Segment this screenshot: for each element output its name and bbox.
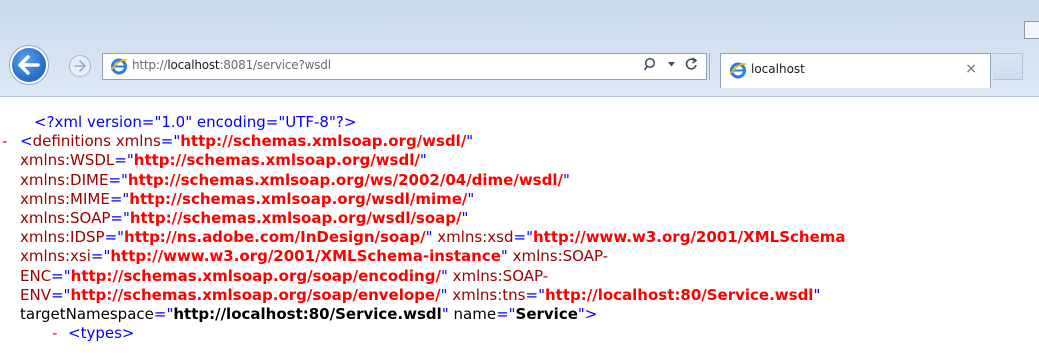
browser-window: http://localhost:8081/service?wsdl local…: [0, 0, 1039, 361]
tab-localhost[interactable]: localhost ×: [720, 53, 991, 88]
xml-attr-value: http://schemas.xmlsoap.org/soap/encoding…: [70, 266, 441, 285]
xml-attr-name: ENV: [20, 285, 51, 304]
xml-bracket: <: [20, 132, 33, 151]
collapse-toggle[interactable]: -: [2, 132, 7, 151]
xml-line: xmlns:MIME="http://schemas.xmlsoap.org/w…: [20, 189, 475, 208]
xml-child-tag: <types>: [68, 324, 135, 343]
xml-attr-name: xmlns:tns: [452, 285, 526, 304]
xml-line: xmlns:SOAP="http://schemas.xmlsoap.org/w…: [20, 208, 469, 227]
xml-attr-value: http://www.w3.org/2001/XMLSchema-instanc…: [110, 247, 501, 266]
xml-attr-value: http://schemas.xmlsoap.org/ws/2002/04/di…: [127, 170, 563, 189]
xml-attr-name: xmlns:xsi: [20, 247, 91, 266]
xml-attr-name: ENC: [20, 266, 52, 285]
xml-attr-name: xmlns:SOAP-: [452, 266, 549, 285]
xml-attr-name: xmlns:SOAP: [20, 208, 111, 227]
xml-attr-name: xmlns:xsd: [437, 228, 514, 247]
xml-line: - <types>: [0, 324, 1039, 343]
xml-prolog: <?xml version="1.0" encoding="UTF-8"?>: [34, 113, 357, 131]
xml-attr-value: http://schemas.xmlsoap.org/wsdl/: [133, 151, 420, 170]
xml-attr-name: xmlns: [115, 132, 161, 151]
xml-attr-name: xmlns:DIME: [20, 170, 109, 189]
url-host: localhost: [167, 58, 220, 72]
new-tab-button[interactable]: [993, 53, 1023, 80]
ie-tab-icon: [729, 62, 747, 79]
collapse-toggle[interactable]: -: [52, 324, 57, 343]
ie-page-icon: [110, 58, 128, 75]
xml-attr-name: targetNamespace: [20, 304, 154, 323]
xml-attr-name: xmlns:MIME: [20, 189, 110, 208]
arrow-right-icon: [74, 60, 86, 72]
address-url[interactable]: http://localhost:8081/service?wsdl: [132, 58, 331, 72]
window-control-button[interactable]: [1024, 21, 1039, 39]
xml-attr-value: http://schemas.xmlsoap.org/wsdl/mime/: [129, 189, 468, 208]
xml-attr-name: name: [453, 304, 497, 323]
address-bar[interactable]: http://localhost:8081/service?wsdl: [102, 53, 707, 80]
xml-attr-value: http://localhost:80/Service.wsdl: [544, 285, 814, 304]
xml-attr-value: Service: [515, 304, 578, 323]
back-button[interactable]: [10, 46, 48, 84]
xml-attr-value: http://schemas.xmlsoap.org/wsdl/soap/: [129, 208, 462, 227]
xml-line: targetNamespace="http://localhost:80/Ser…: [20, 304, 598, 323]
search-icon[interactable]: [644, 57, 658, 71]
xml-attr-value: http://schemas.xmlsoap.org/soap/envelope…: [70, 285, 441, 304]
xml-attr-name: xmlns:WSDL: [20, 151, 115, 170]
xml-line: xmlns:xsi="http://www.w3.org/2001/XMLSch…: [20, 247, 609, 266]
xml-attr-value: http://www.w3.org/2001/XMLSchema: [532, 228, 846, 247]
page-content: <?xml version="1.0" encoding="UTF-8"?> -…: [0, 97, 1039, 361]
xml-line: xmlns:IDSP="http://ns.adobe.com/InDesign…: [20, 228, 846, 247]
xml-document: <?xml version="1.0" encoding="UTF-8"?> -…: [0, 113, 1039, 343]
refresh-icon[interactable]: [685, 57, 698, 71]
toolbar-divider: [709, 53, 710, 80]
forward-button[interactable]: [69, 55, 91, 77]
address-bar-controls: [644, 57, 698, 71]
xml-line: <?xml version="1.0" encoding="UTF-8"?>: [0, 113, 1039, 132]
xml-attr-value: http://ns.adobe.com/InDesign/soap/: [124, 228, 426, 247]
tab-title: localhost: [751, 62, 805, 76]
url-suffix: :8081/service?wsdl: [219, 58, 331, 72]
xml-root-tag: definitions: [32, 132, 111, 151]
xml-attr-value: http://schemas.xmlsoap.org/wsdl/: [180, 132, 467, 151]
arrow-left-icon: [18, 55, 40, 75]
xml-line: - <definitions xmlns="http://schemas.xml…: [2, 132, 474, 151]
xml-attr-name: xmlns:SOAP-: [512, 247, 609, 266]
url-prefix: http://: [132, 58, 168, 72]
xml-attr-name: xmlns:IDSP: [20, 228, 105, 247]
tab-close-icon[interactable]: ×: [965, 61, 977, 77]
dropdown-arrow-icon[interactable]: [668, 61, 675, 67]
xml-line: ENC="http://schemas.xmlsoap.org/soap/enc…: [20, 266, 549, 285]
xml-line: ENV="http://schemas.xmlsoap.org/soap/env…: [20, 285, 821, 304]
xml-line: xmlns:DIME="http://schemas.xmlsoap.org/w…: [20, 170, 570, 189]
xml-line: xmlns:WSDL="http://schemas.xmlsoap.org/w…: [20, 151, 427, 170]
xml-attr-value: http://localhost:80/Service.wsdl: [173, 304, 442, 323]
